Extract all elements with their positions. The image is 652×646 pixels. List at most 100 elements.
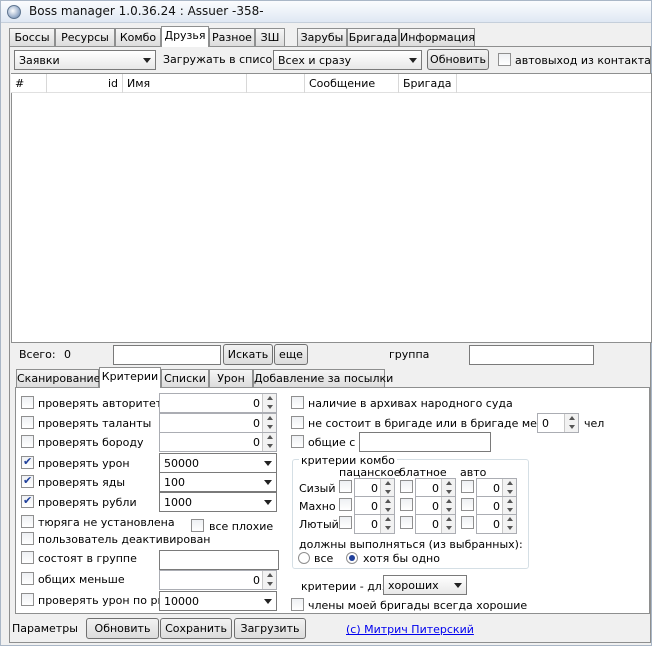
list-type-select[interactable]: Заявки	[14, 50, 156, 70]
poisons-checkbox[interactable]	[21, 474, 34, 488]
damage-rsd-label: проверять урон по рщд	[38, 594, 176, 607]
rubles-checkbox[interactable]	[21, 494, 34, 508]
radio-all[interactable]	[298, 552, 310, 564]
rubles-select[interactable]: 1000	[159, 492, 277, 512]
prison-checkbox[interactable]	[21, 515, 34, 528]
damage-rsd-checkbox[interactable]	[21, 593, 34, 606]
tab-info[interactable]: Информация	[399, 28, 475, 46]
load-mode-select[interactable]: Всех и сразу	[273, 50, 422, 70]
load-button[interactable]: Загрузить	[234, 618, 306, 639]
combo-checkbox[interactable]	[461, 498, 474, 511]
copyright-link[interactable]: (c) Митрич Питерский	[346, 623, 474, 636]
footer-refresh-button[interactable]: Обновить	[86, 618, 159, 639]
combo-checkbox[interactable]	[339, 480, 352, 493]
stepper-arrows-icon[interactable]	[441, 515, 455, 533]
damage-checkbox[interactable]	[21, 455, 34, 469]
combo-checkbox[interactable]	[400, 516, 413, 529]
radio-at-least-one[interactable]	[346, 552, 358, 564]
combo-stepper[interactable]: 0	[354, 496, 395, 516]
combo-stepper[interactable]: 0	[354, 478, 395, 498]
tab-friends[interactable]: Друзья	[161, 26, 209, 47]
beard-checkbox[interactable]	[21, 435, 34, 448]
group-input[interactable]	[469, 345, 594, 365]
combo-checkbox[interactable]	[400, 498, 413, 511]
authority-stepper[interactable]: 0	[159, 393, 277, 413]
stepper-arrows-icon[interactable]	[441, 479, 455, 497]
column-header-id[interactable]: id	[47, 74, 123, 93]
tab-scanning[interactable]: Сканирование	[16, 369, 100, 387]
combo-stepper[interactable]: 0	[354, 514, 395, 534]
talents-stepper[interactable]: 0	[159, 413, 277, 433]
poisons-select[interactable]: 100	[159, 472, 277, 492]
combo-stepper[interactable]: 0	[476, 496, 517, 516]
common-less-stepper[interactable]: 0	[159, 570, 277, 590]
search-button[interactable]: Искать	[223, 344, 273, 365]
combo-stepper[interactable]: 0	[415, 496, 456, 516]
stepper-arrows-icon[interactable]	[262, 414, 276, 432]
deactivated-checkbox[interactable]	[21, 532, 34, 545]
combo-stepper[interactable]: 0	[476, 514, 517, 534]
stepper-arrows-icon[interactable]	[502, 479, 516, 497]
column-header-blank[interactable]	[247, 74, 305, 93]
damage-rsd-select[interactable]: 10000	[159, 591, 277, 611]
all-bad-checkbox[interactable]	[191, 519, 204, 532]
in-group-input[interactable]	[159, 550, 279, 570]
tab-misc[interactable]: Разное	[209, 28, 255, 46]
refresh-list-button[interactable]: Обновить	[427, 49, 489, 70]
stepper-arrows-icon[interactable]	[262, 571, 276, 589]
tab-criteria[interactable]: Критерии	[99, 367, 161, 388]
tab-zsh[interactable]: ЗШ	[255, 28, 285, 46]
stepper-arrows-icon[interactable]	[441, 497, 455, 515]
search-input[interactable]	[113, 345, 221, 365]
combo-checkbox[interactable]	[461, 480, 474, 493]
tab-lists[interactable]: Списки	[161, 369, 209, 387]
talents-checkbox[interactable]	[21, 416, 34, 429]
combo-checkbox[interactable]	[400, 480, 413, 493]
stepper-arrows-icon[interactable]	[262, 433, 276, 451]
combo-stepper[interactable]: 0	[415, 478, 456, 498]
damage-select[interactable]: 50000	[159, 453, 277, 473]
archives-checkbox[interactable]	[291, 396, 304, 409]
stepper-arrows-icon[interactable]	[380, 497, 394, 515]
in-group-checkbox[interactable]	[21, 551, 34, 564]
stepper-arrows-icon[interactable]	[502, 497, 516, 515]
tab-combo[interactable]: Комбо	[115, 28, 161, 46]
tab-bosses[interactable]: Боссы	[9, 28, 55, 46]
stepper-arrows-icon[interactable]	[380, 479, 394, 497]
brigade-size-stepper[interactable]: 0	[537, 413, 579, 433]
stepper-arrows-icon[interactable]	[502, 515, 516, 533]
combo-stepper[interactable]: 0	[476, 478, 517, 498]
stepper-arrows-icon[interactable]	[564, 414, 578, 432]
tab-raids[interactable]: Зарубы	[297, 28, 347, 46]
autoexit-checkbox[interactable]	[498, 53, 511, 66]
more-button[interactable]: еще	[274, 344, 308, 365]
tab-brigade[interactable]: Бригада	[347, 28, 399, 46]
common-with-checkbox[interactable]	[291, 435, 304, 448]
column-header-brigade[interactable]: Бригада	[399, 74, 457, 93]
combo-checkbox[interactable]	[461, 516, 474, 529]
beard-stepper[interactable]: 0	[159, 432, 277, 452]
combo-stepper[interactable]: 0	[415, 514, 456, 534]
combo-checkbox[interactable]	[339, 498, 352, 511]
tab-add-for-parcels[interactable]: Добавление за посылки	[253, 369, 393, 387]
authority-checkbox[interactable]	[21, 396, 34, 409]
not-in-brigade-checkbox[interactable]	[291, 416, 304, 429]
tab-resources[interactable]: Ресурсы	[55, 28, 115, 46]
friends-grid[interactable]	[11, 73, 652, 343]
column-header-number[interactable]: #	[11, 74, 47, 93]
column-header-message[interactable]: Сообщение	[305, 74, 399, 93]
combo-row-label: Сизый	[299, 482, 336, 495]
tab-damage[interactable]: Урон	[209, 369, 253, 387]
stepper-arrows-icon[interactable]	[380, 515, 394, 533]
damage-label: проверять урон	[38, 457, 130, 470]
stepper-arrows-icon[interactable]	[262, 394, 276, 412]
common-with-input[interactable]	[359, 432, 491, 452]
column-header-name[interactable]: Имя	[123, 74, 247, 93]
members-good-checkbox[interactable]	[291, 598, 304, 611]
rubles-label: проверять рубли	[38, 496, 137, 509]
common-less-checkbox[interactable]	[21, 572, 34, 585]
criteria-for-select[interactable]: хороших	[383, 575, 467, 595]
combo-checkbox[interactable]	[339, 516, 352, 529]
save-button[interactable]: Сохранить	[160, 618, 232, 639]
beard-label: проверять бороду	[38, 436, 144, 449]
